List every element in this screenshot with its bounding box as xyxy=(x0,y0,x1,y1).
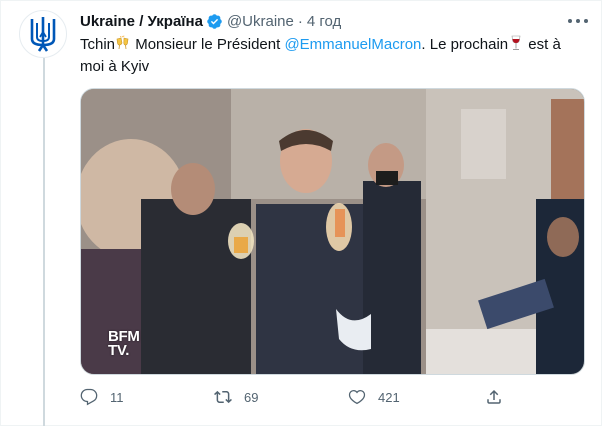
retweet-button[interactable]: 69 xyxy=(214,388,258,406)
like-count: 421 xyxy=(378,389,400,405)
reply-icon xyxy=(80,388,98,406)
handle[interactable]: @Ukraine xyxy=(227,13,294,30)
clinking-glasses-icon xyxy=(116,35,129,50)
avatar[interactable] xyxy=(19,10,67,58)
tweet-actions: 11 69 421 xyxy=(80,386,520,408)
bfmtv-watermark: BFM TV. xyxy=(108,329,140,359)
tweet-text: Tchin Monsieur le Président @EmmanuelMac… xyxy=(80,34,580,78)
retweet-count: 69 xyxy=(244,389,259,405)
retweet-icon xyxy=(214,390,232,404)
heart-icon xyxy=(348,389,366,405)
wine-glass-icon xyxy=(511,35,521,50)
share-button[interactable] xyxy=(485,388,503,406)
reply-count: 11 xyxy=(110,389,124,405)
thread-line xyxy=(43,58,45,426)
more-options-icon[interactable] xyxy=(568,14,588,28)
trident-icon xyxy=(30,17,56,52)
tweet-video[interactable] xyxy=(80,88,585,375)
timestamp[interactable]: 4 год xyxy=(307,13,341,30)
watermark-line: TV. xyxy=(108,342,130,359)
tweet-header: Ukraine / Україна @Ukraine · 4 год xyxy=(80,10,592,32)
text-segment: . Le prochain xyxy=(421,36,509,53)
text-segment: Tchin xyxy=(80,36,116,53)
display-name[interactable]: Ukraine / Україна xyxy=(80,13,203,30)
mention-link[interactable]: @EmmanuelMacron xyxy=(284,36,421,53)
separator-dot: · xyxy=(297,12,303,30)
video-frame-image xyxy=(81,89,584,374)
share-icon xyxy=(487,389,501,404)
text-segment: Monsieur le Président xyxy=(131,36,285,53)
reply-button[interactable]: 11 xyxy=(80,388,124,406)
like-button[interactable]: 421 xyxy=(348,388,400,406)
verified-badge-icon xyxy=(207,13,222,29)
